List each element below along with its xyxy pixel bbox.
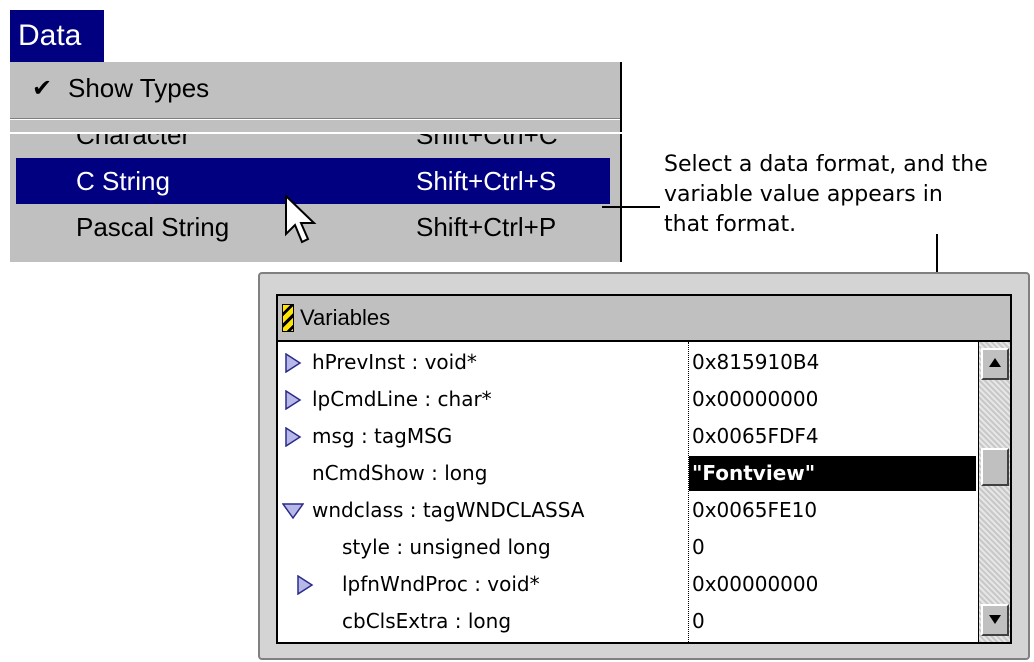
menu-item-pascal-string-shortcut: Shift+Ctrl+P <box>416 212 557 242</box>
variable-value[interactable]: 0x00000000 <box>692 566 818 603</box>
variable-value-selected[interactable]: "Fontview" <box>689 456 976 491</box>
variable-value[interactable]: 0x00000000 <box>692 381 818 418</box>
menu-item-character-shortcut: Shift+Ctrl+C <box>416 134 558 150</box>
variable-name: nCmdShow : long <box>312 461 488 485</box>
variables-header: Variables <box>278 296 1010 342</box>
triangle-right-icon[interactable] <box>284 353 302 373</box>
variable-value[interactable]: 0 <box>692 529 705 566</box>
scroll-down-button[interactable] <box>981 604 1009 636</box>
variable-name: style : unsigned long <box>342 535 551 559</box>
variable-name: cbClsExtra : long <box>342 609 512 633</box>
arrow-up-icon <box>989 358 1001 367</box>
triangle-right-icon[interactable] <box>284 390 302 410</box>
variable-row[interactable]: lpfnWndProc : void* 0x00000000 <box>278 566 978 603</box>
variable-name: msg : tagMSG <box>312 424 453 448</box>
variable-name: hPrevInst : void* <box>312 350 477 374</box>
data-menu-title[interactable]: Data <box>10 10 104 62</box>
menu-item-show-types[interactable]: ✔ Show Types <box>10 62 620 114</box>
menu-item-character-label: Character <box>76 134 191 150</box>
menu-item-c-string-shortcut: Shift+Ctrl+S <box>416 166 557 196</box>
menu-item-character[interactable]: Character Shift+Ctrl+C <box>16 134 610 158</box>
variable-value[interactable]: 0x0065FE10 <box>692 492 817 529</box>
annotation-text: Select a data format, and the variable v… <box>664 152 988 237</box>
menu-item-c-string-label: C String <box>76 166 170 196</box>
variables-window: Variables hPrevInst : void* 0x815910B4 l… <box>258 272 1030 660</box>
arrow-down-icon <box>989 615 1001 624</box>
menu-separator <box>10 118 620 120</box>
data-menu-title-label: Data <box>18 19 82 52</box>
variables-title: Variables <box>300 305 391 330</box>
vertical-scrollbar[interactable] <box>978 342 1010 642</box>
data-menu-dropdown-top: ✔ Show Types <box>10 62 622 132</box>
variable-name: wndclass : tagWNDCLASSA <box>312 498 585 522</box>
triangle-right-icon[interactable] <box>296 575 314 595</box>
triangle-right-icon[interactable] <box>284 427 302 447</box>
checkmark-icon: ✔ <box>32 74 53 102</box>
variable-row[interactable]: nCmdShow : long "Fontview" <box>278 455 978 492</box>
striped-flag-icon <box>282 304 294 332</box>
variable-value[interactable]: 0 <box>692 603 705 640</box>
variable-name: lpCmdLine : char* <box>312 387 492 411</box>
scroll-up-button[interactable] <box>981 348 1009 380</box>
scroll-thumb[interactable] <box>981 448 1009 486</box>
variable-name: lpfnWndProc : void* <box>342 572 540 596</box>
menu-item-show-types-label: Show Types <box>68 73 210 103</box>
variable-row[interactable]: wndclass : tagWNDCLASSA 0x0065FE10 <box>278 492 978 529</box>
variables-pane: Variables hPrevInst : void* 0x815910B4 l… <box>276 294 1012 644</box>
variable-row[interactable]: cbClsExtra : long 0 <box>278 603 978 640</box>
menu-item-pascal-string-label: Pascal String <box>76 212 230 242</box>
variable-value[interactable]: 0x815910B4 <box>692 344 819 381</box>
variable-row[interactable]: style : unsigned long 0 <box>278 529 978 566</box>
variable-row[interactable]: lpCmdLine : char* 0x00000000 <box>278 381 978 418</box>
mouse-pointer-icon <box>285 194 317 244</box>
triangle-down-icon[interactable] <box>282 502 304 520</box>
variable-value[interactable]: 0x0065FDF4 <box>692 418 819 455</box>
annotation-leader-line-menu <box>602 206 660 208</box>
variable-row[interactable]: hPrevInst : void* 0x815910B4 <box>278 344 978 381</box>
variable-row[interactable]: msg : tagMSG 0x0065FDF4 <box>278 418 978 455</box>
